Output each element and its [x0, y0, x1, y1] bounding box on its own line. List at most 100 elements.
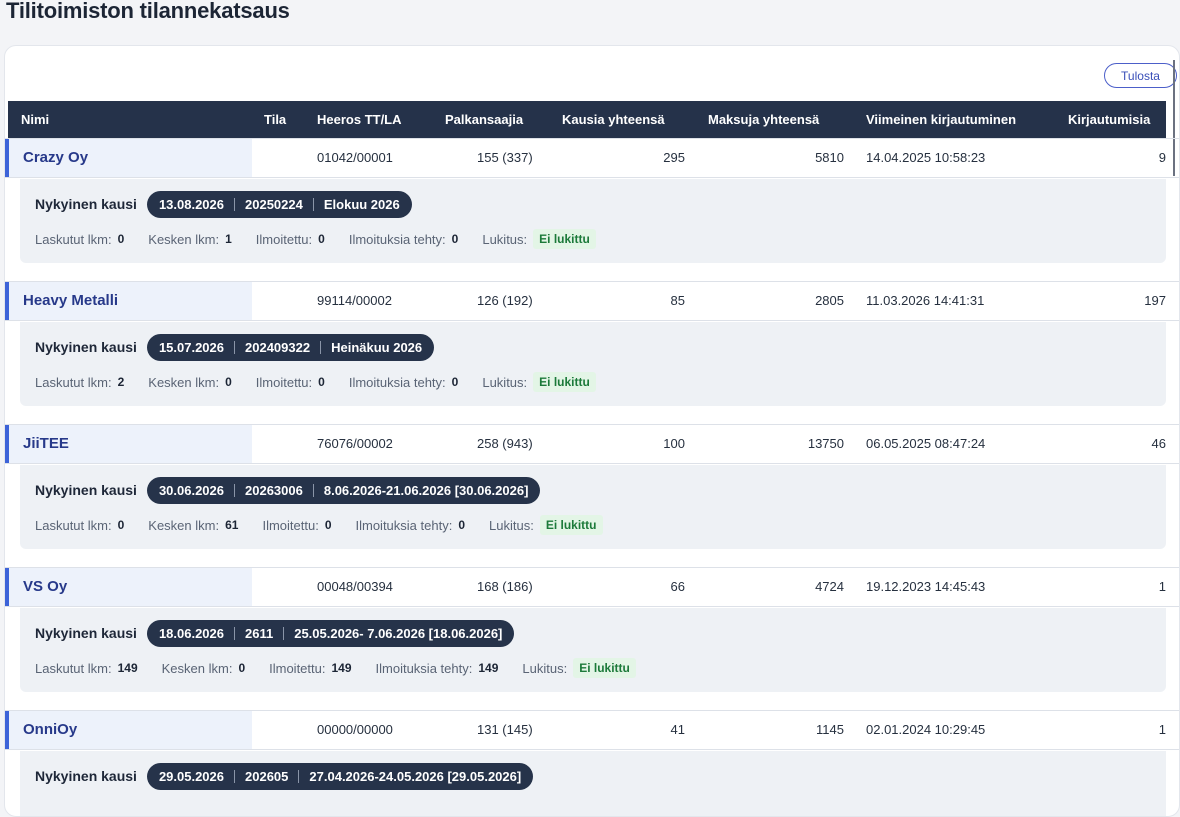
period-date: 30.06.2026: [158, 482, 225, 498]
table-row[interactable]: Heavy Metalli 99114/00002 126 (192) 85 2…: [5, 281, 1179, 321]
table-row[interactable]: Crazy Oy 01042/00001 155 (337) 295 5810 …: [5, 138, 1179, 178]
column-header-status[interactable]: Tila: [264, 101, 286, 138]
period-range: Elokuu 2026: [323, 196, 400, 212]
period-date: 29.05.2026: [158, 768, 225, 784]
company-block: OnniOy 00000/00000 131 (145) 41 1145 02.…: [5, 710, 1179, 816]
company-block: JiiTEE 76076/00002 258 (943) 100 13750 0…: [5, 424, 1179, 567]
current-period: Nykyinen kausi 29.05.2026 202605 27.04.2…: [35, 762, 534, 790]
reported-value: 149: [331, 661, 352, 675]
company-name[interactable]: OnniOy: [5, 711, 252, 749]
period-badge: 30.06.2026 20263006 8.06.2026-21.06.2026…: [146, 476, 541, 504]
column-header-name[interactable]: Nimi: [21, 101, 49, 138]
heeros-id: 00048/00394: [317, 579, 393, 594]
reports-made-label: Ilmoituksia tehty:: [375, 660, 473, 676]
reports-made-label: Ilmoituksia tehty:: [355, 517, 453, 533]
period-code: 20263006: [245, 482, 303, 498]
invoiced-value: 149: [117, 661, 138, 675]
period-range: 25.05.2026- 7.06.2026 [18.06.2026]: [294, 625, 503, 641]
company-name[interactable]: Heavy Metalli: [5, 282, 252, 320]
lock-label: Lukitus:: [482, 374, 528, 390]
column-header-employees[interactable]: Palkansaajia: [445, 101, 523, 138]
divider: [312, 483, 314, 497]
in-progress-value: 0: [225, 375, 232, 389]
table-row[interactable]: OnniOy 00000/00000 131 (145) 41 1145 02.…: [5, 710, 1179, 750]
company-block: Crazy Oy 01042/00001 155 (337) 295 5810 …: [5, 138, 1179, 281]
heeros-id: 76076/00002: [317, 436, 393, 451]
period-stats: Laskutut lkm: 0 Kesken lkm: 1 Ilmoitettu…: [35, 229, 596, 249]
reports-made-value: 0: [458, 518, 466, 532]
divider: [234, 340, 236, 354]
current-period: Nykyinen kausi 18.06.2026 2611 25.05.202…: [35, 619, 515, 647]
reported-value: 0: [324, 518, 332, 532]
column-header-last-login[interactable]: Viimeinen kirjautuminen: [866, 101, 1016, 138]
invoiced-label: Laskutut lkm:: [35, 517, 112, 533]
period-date: 13.08.2026: [158, 196, 225, 212]
payment-count: 5810: [815, 150, 844, 165]
current-period-label: Nykyinen kausi: [35, 768, 137, 784]
reported-label: Ilmoitettu:: [269, 660, 326, 676]
company-name[interactable]: JiiTEE: [5, 425, 252, 463]
current-period-label: Nykyinen kausi: [35, 625, 137, 641]
current-period-label: Nykyinen kausi: [35, 196, 137, 212]
employee-count: 126 (192): [477, 293, 533, 308]
column-header-periods[interactable]: Kausia yhteensä: [562, 101, 665, 138]
in-progress-label: Kesken lkm:: [148, 231, 220, 247]
column-header-logins[interactable]: Kirjautumisia: [1068, 101, 1150, 138]
login-count: 46: [1151, 436, 1166, 451]
column-header-heeros[interactable]: Heeros TT/LA: [317, 101, 402, 138]
period-stats: Laskutut lkm: 149 Kesken lkm: 0 Ilmoitet…: [35, 658, 636, 678]
reported-label: Ilmoitettu:: [262, 517, 319, 533]
period-count: 66: [670, 579, 685, 594]
lock-label: Lukitus:: [522, 660, 568, 676]
payment-count: 4724: [815, 579, 844, 594]
lock-status-badge: Ei lukittu: [539, 515, 603, 535]
divider: [234, 483, 236, 497]
overview-card: Tulosta Nimi Tila Heeros TT/LA Palkansaa…: [4, 45, 1180, 817]
period-date: 18.06.2026: [158, 625, 225, 641]
employee-count: 131 (145): [477, 722, 533, 737]
last-login-time: 19.12.2023 14:45:43: [866, 579, 986, 594]
reports-made-value: 0: [451, 232, 459, 246]
login-count: 197: [1144, 293, 1166, 308]
lock-status-badge: Ei lukittu: [533, 229, 596, 249]
in-progress-label: Kesken lkm:: [161, 660, 233, 676]
reports-made-label: Ilmoituksia tehty:: [348, 231, 446, 247]
employee-count: 155 (337): [477, 150, 533, 165]
invoiced-label: Laskutut lkm:: [35, 231, 112, 247]
invoiced-label: Laskutut lkm:: [35, 660, 112, 676]
payment-count: 2805: [815, 293, 844, 308]
company-details: Nykyinen kausi 13.08.2026 20250224 Eloku…: [20, 179, 1166, 263]
print-button[interactable]: Tulosta: [1104, 63, 1177, 88]
period-stats: Laskutut lkm: 0 Kesken lkm: 61 Ilmoitett…: [35, 515, 603, 535]
last-login-time: 14.04.2025 10:58:23: [866, 150, 986, 165]
period-range: Heinäkuu 2026: [331, 339, 423, 355]
company-name[interactable]: VS Oy: [5, 568, 252, 606]
period-badge: 13.08.2026 20250224 Elokuu 2026: [146, 190, 412, 218]
period-code: 20250224: [245, 196, 303, 212]
heeros-id: 01042/00001: [317, 150, 393, 165]
reported-value: 0: [318, 232, 325, 246]
invoiced-value: 0: [117, 518, 125, 532]
company-details: Nykyinen kausi 30.06.2026 20263006 8.06.…: [20, 465, 1166, 549]
column-header-payments[interactable]: Maksuja yhteensä: [708, 101, 819, 138]
divider: [283, 626, 285, 640]
last-login-time: 02.01.2024 10:29:45: [866, 722, 986, 737]
table-row[interactable]: JiiTEE 76076/00002 258 (943) 100 13750 0…: [5, 424, 1179, 464]
invoiced-value: 2: [117, 375, 125, 389]
period-range: 27.04.2026-24.05.2026 [29.05.2026]: [309, 768, 522, 784]
period-badge: 15.07.2026 202409322 Heinäkuu 2026: [146, 333, 435, 361]
in-progress-label: Kesken lkm:: [148, 374, 220, 390]
company-name[interactable]: Crazy Oy: [5, 139, 252, 177]
period-badge: 29.05.2026 202605 27.04.2026-24.05.2026 …: [146, 762, 534, 790]
period-stats: Laskutut lkm: 2 Kesken lkm: 0 Ilmoitettu…: [35, 372, 596, 392]
period-count: 100: [663, 436, 685, 451]
current-period: Nykyinen kausi 15.07.2026 202409322 Hein…: [35, 333, 435, 361]
heeros-id: 99114/00002: [317, 293, 392, 308]
company-details: Nykyinen kausi 15.07.2026 202409322 Hein…: [20, 322, 1166, 406]
table-row[interactable]: VS Oy 00048/00394 168 (186) 66 4724 19.1…: [5, 567, 1179, 607]
period-code: 2611: [245, 625, 274, 641]
reported-label: Ilmoitettu:: [255, 374, 313, 390]
period-range: 8.06.2026-21.06.2026 [30.06.2026]: [323, 482, 529, 498]
period-count: 41: [670, 722, 685, 737]
period-date: 15.07.2026: [158, 339, 225, 355]
